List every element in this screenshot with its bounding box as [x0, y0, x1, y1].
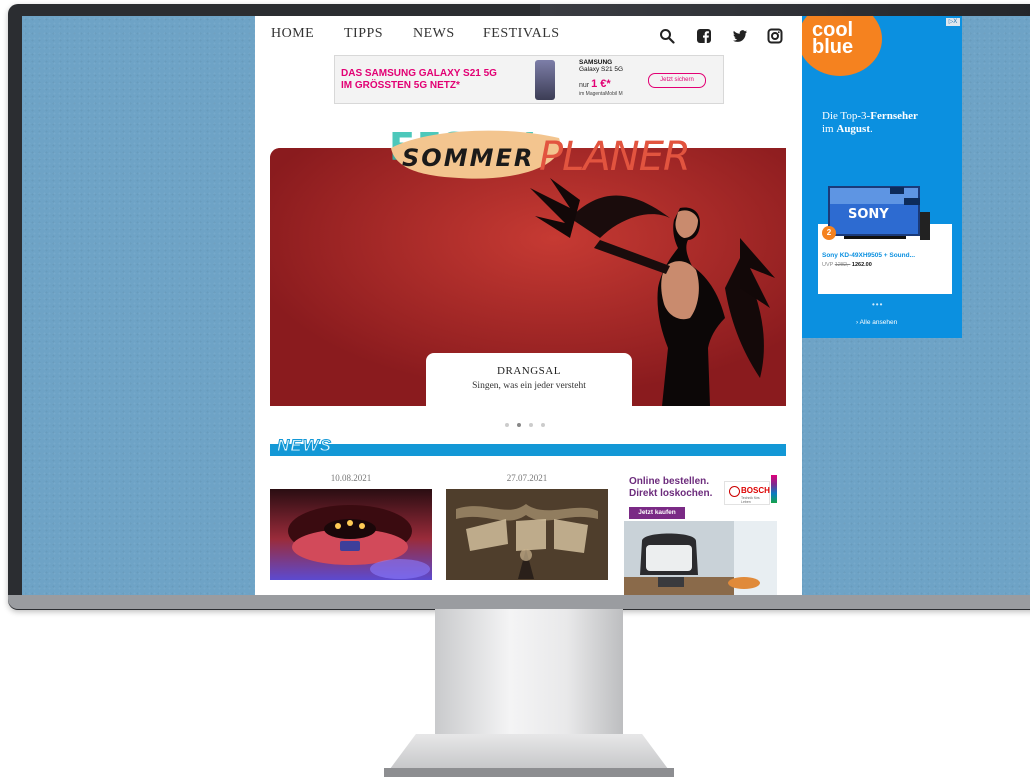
adchoices-icon[interactable]: ▷X [946, 18, 960, 26]
article-date: 10.08.2021 [330, 473, 372, 483]
article-thumbnail[interactable] [446, 489, 608, 580]
phone-image [535, 60, 555, 100]
bosch-logo-icon [729, 486, 740, 497]
banner-price: nur 1 €* [579, 78, 611, 90]
carousel-dots[interactable]: ••• [872, 300, 883, 309]
nav-home[interactable]: HOME [271, 26, 314, 42]
coolblue-tagline: Die Top-3-Fernseher im August. [822, 110, 952, 136]
tagline-bold: August [836, 123, 870, 135]
monitor-bezel-highlight [540, 4, 1030, 16]
article-date: 27.07.2021 [506, 473, 548, 483]
news-section-bar [270, 444, 786, 456]
bosch-logo-box: BOSCH Technik fürs Leben [724, 481, 770, 505]
nav-news[interactable]: NEWS [413, 26, 455, 42]
view-all-link[interactable]: › Alle ansehen [856, 319, 897, 326]
banner-price-value: 1 €* [591, 78, 611, 90]
browser-viewport: HOME TIPPS NEWS FESTIVALS DAS SAMSUNG GA… [22, 16, 1030, 595]
bosch-cta-button[interactable]: Jetzt kaufen [629, 507, 685, 519]
hero-subtitle: Singen, was ein jeder versteht [472, 381, 586, 391]
tagline-part: . [870, 123, 873, 135]
tagline-part: im [822, 123, 837, 135]
coolblue-logo-blue: blue [812, 36, 854, 58]
bosch-ad-line2: Direkt loskochen. [629, 488, 713, 499]
banner-model-name: Galaxy S21 5G [579, 66, 624, 73]
bosch-ad[interactable]: Online bestellen. Direkt loskochen. BOSC… [624, 471, 777, 595]
banner-subline: im MagentaMobil M [579, 91, 623, 97]
nav-festivals[interactable]: FESTIVALS [483, 26, 560, 42]
article-image-mouth [270, 489, 432, 580]
search-icon[interactable] [659, 28, 675, 44]
uvp-label: UVP [822, 262, 834, 268]
banner-cta-button[interactable]: Jetzt sichern [648, 73, 706, 88]
article-thumbnail[interactable] [270, 489, 432, 580]
facebook-icon[interactable] [696, 28, 712, 44]
bosch-tagline: Technik fürs Leben [741, 496, 760, 504]
tagline-part: Die Top-3- [822, 110, 871, 122]
slider-dots [505, 414, 553, 432]
banner-headline-line1: DAS SAMSUNG GALAXY S21 5G [341, 68, 497, 79]
article-image-band-logo [446, 489, 608, 580]
bosch-color-stripe [771, 475, 777, 503]
news-section-title: NEWS [277, 436, 332, 456]
tagline-bold: Fernseher [870, 110, 918, 122]
bosch-kitchen-image [624, 521, 777, 595]
coolblue-ad[interactable]: ▷X cool blue Die Top-3-Fernseher im Augu… [802, 16, 962, 338]
monitor-stand-neck [435, 609, 623, 734]
product-price-row: UVP 1282,- 1262.00 [822, 262, 872, 268]
samsung-banner-ad[interactable]: DAS SAMSUNG GALAXY S21 5G IM GRÖSSTEN 5G… [334, 55, 724, 104]
bosch-ad-headline: Online bestellen. Direkt loskochen. [629, 476, 712, 500]
slider-dot-1[interactable] [505, 423, 509, 427]
monitor-chin [8, 595, 1030, 609]
tv-product-image: SONY [828, 186, 930, 240]
tv-brand-text: SONY [848, 207, 889, 222]
slider-dot-2[interactable] [517, 423, 521, 427]
banner-headline: DAS SAMSUNG GALAXY S21 5G IM GRÖSSTEN 5G… [341, 68, 497, 92]
hero-caption-card[interactable]: DRANGSAL Singen, was ein jeder versteht [426, 353, 632, 407]
slider-dot-3[interactable] [529, 423, 533, 427]
rank-badge: 2 [822, 226, 836, 240]
banner-brand: SAMSUNG [579, 59, 613, 66]
bosch-brand: BOSCH [741, 486, 770, 495]
instagram-icon[interactable] [767, 28, 783, 44]
top-navigation: HOME TIPPS NEWS FESTIVALS [255, 16, 802, 52]
logo-word-planer: PLANER [539, 134, 689, 180]
product-price: 1262.00 [851, 262, 872, 268]
logo-word-sommer: SOMMER [402, 144, 534, 172]
slider-dot-4[interactable] [541, 423, 545, 427]
uvp-old-price: 1282,- [834, 262, 851, 268]
hero-title: DRANGSAL [497, 365, 561, 377]
coolblue-logo: cool blue [812, 20, 854, 58]
nav-tipps[interactable]: TIPPS [344, 26, 383, 42]
bosch-ad-line1: Online bestellen. [629, 476, 710, 487]
website-page: HOME TIPPS NEWS FESTIVALS DAS SAMSUNG GA… [255, 16, 802, 595]
monitor-stand-foot [384, 768, 674, 777]
banner-price-prefix: nur [579, 82, 590, 89]
product-name: Sony KD-49XH9505 + Sound... [822, 252, 916, 259]
banner-model: SAMSUNG Galaxy S21 5G [579, 59, 623, 73]
twitter-icon[interactable] [732, 28, 748, 44]
banner-headline-line2: IM GRÖSSTEN 5G NETZ* [341, 80, 460, 91]
sommer-planer-logo[interactable]: F ESTIV SOMMER PLANER [389, 108, 689, 198]
